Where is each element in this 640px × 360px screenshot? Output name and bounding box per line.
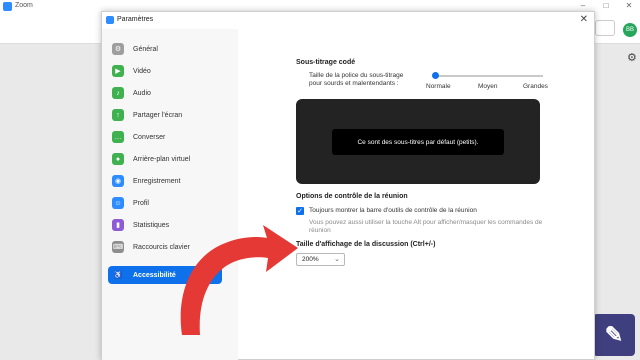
sidebar-item-share-screen[interactable]: ↑ Partager l'écran	[108, 106, 222, 124]
watermark-logo-icon: ✎	[593, 314, 635, 356]
alt-key-hint-line1: Vous pouvez aussi utiliser la touche Alt…	[309, 219, 543, 226]
sidebar-item-general[interactable]: ⚙ Général	[108, 40, 222, 58]
captions-section-title: Sous-titrage codé	[296, 59, 356, 66]
slider-label-large: Grandes	[523, 83, 548, 90]
stats-icon: ▮	[112, 219, 124, 231]
always-show-toolbar-label[interactable]: Toujours montrer la barre d'outils de co…	[309, 207, 477, 215]
sidebar-item-label: Enregistrement	[133, 177, 181, 185]
font-size-slider-track[interactable]	[435, 75, 543, 77]
chat-size-section-title: Taille d'affichage de la discussion (Ctr…	[296, 241, 436, 248]
sidebar-item-audio[interactable]: ♪ Audio	[108, 84, 222, 102]
sidebar-item-label: Général	[133, 45, 158, 53]
profile-icon: ☺	[112, 197, 124, 209]
sidebar-item-label: Arrière-plan virtuel	[133, 155, 191, 163]
background-settings-gear-icon[interactable]: ⚙	[627, 51, 637, 64]
video-icon: ▶	[112, 65, 124, 77]
background-search-box[interactable]	[595, 20, 615, 36]
font-size-slider-thumb[interactable]	[432, 72, 439, 79]
avatar[interactable]: BB	[623, 23, 637, 37]
caption-preview: Ce sont des sous-titres par défaut (peti…	[296, 99, 540, 184]
red-arrow-annotation-icon	[180, 225, 298, 335]
sidebar-item-label: Profil	[133, 199, 149, 207]
gear-icon: ⚙	[112, 43, 124, 55]
sidebar-item-virtual-background[interactable]: ● Arrière-plan virtuel	[108, 150, 222, 168]
zoom-dialog-icon	[106, 16, 114, 24]
dialog-title: Paramètres	[117, 16, 154, 23]
maximize-icon[interactable]: □	[596, 1, 616, 10]
sidebar-item-video[interactable]: ▶ Vidéo	[108, 62, 222, 80]
background-window-title: Zoom	[15, 2, 33, 9]
slider-label-medium: Moyen	[478, 83, 498, 90]
caption-preview-text: Ce sont des sous-titres par défaut (peti…	[332, 129, 504, 155]
zoom-app-icon	[3, 2, 12, 11]
share-screen-icon: ↑	[112, 109, 124, 121]
sidebar-item-label: Audio	[133, 89, 151, 97]
keyboard-icon: ⌨	[112, 241, 124, 253]
sidebar-item-label: Vidéo	[133, 67, 151, 75]
record-icon: ◉	[112, 175, 124, 187]
close-icon[interactable]: ✕	[580, 14, 588, 25]
meeting-controls-section-title: Options de contrôle de la réunion	[296, 193, 408, 200]
font-size-label-line1: Taille de la police du sous-titrage	[309, 72, 404, 79]
sidebar-item-label: Partager l'écran	[133, 111, 183, 119]
person-background-icon: ●	[112, 153, 124, 165]
sidebar-item-chat[interactable]: … Converser	[108, 128, 222, 146]
sidebar-item-label: Converser	[133, 133, 166, 141]
accessibility-icon: ♿	[113, 272, 123, 279]
headphones-icon: ♪	[112, 87, 124, 99]
minimize-icon[interactable]: –	[573, 1, 593, 10]
window-close-icon[interactable]: ✕	[619, 1, 639, 10]
chat-icon: …	[112, 131, 124, 143]
alt-key-hint-line2: réunion	[309, 227, 331, 234]
sidebar-item-recording[interactable]: ◉ Enregistrement	[108, 172, 222, 190]
slider-label-normal: Normale	[426, 83, 451, 90]
chevron-down-icon: ⌄	[334, 256, 340, 263]
font-size-label-line2: pour sourds et malentendants :	[309, 80, 399, 87]
dialog-titlebar: Paramètres ✕	[102, 12, 594, 29]
